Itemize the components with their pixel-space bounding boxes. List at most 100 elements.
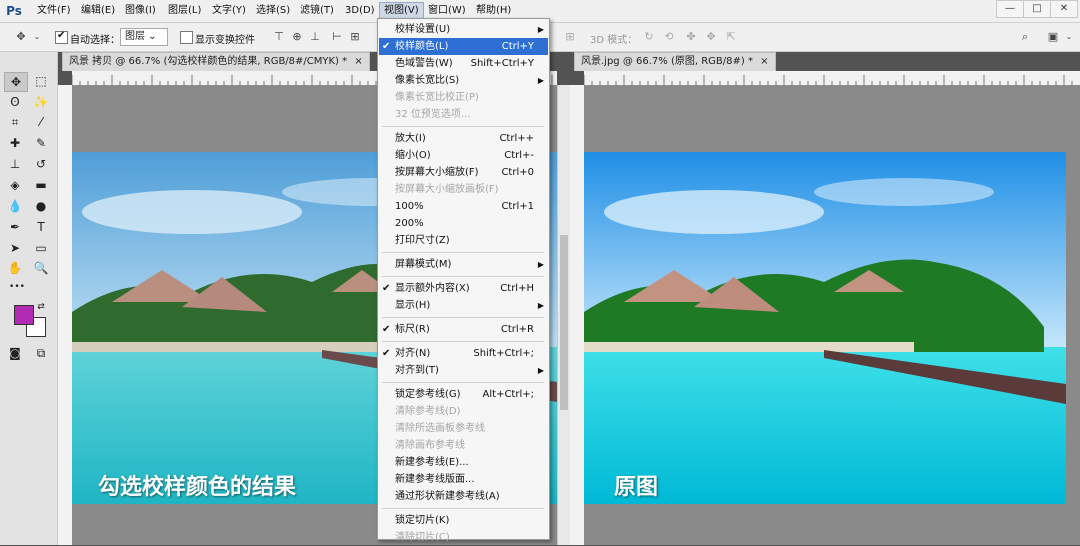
- left-scroll-thumb[interactable]: [560, 235, 568, 410]
- align-left-icon[interactable]: ⊢: [330, 30, 344, 44]
- view-menu-item[interactable]: 对齐到(T) ▶: [379, 362, 548, 379]
- workspace-dropdown-icon[interactable]: ⌄: [1062, 30, 1076, 44]
- view-menu-item[interactable]: 100% Ctrl+1: [379, 198, 548, 215]
- view-menu-item[interactable]: 放大(I) Ctrl++: [379, 130, 548, 147]
- menu-window[interactable]: 窗口(W): [428, 3, 466, 19]
- left-vertical-scrollbar[interactable]: [557, 85, 570, 545]
- view-menu-item[interactable]: 锁定参考线(G) Alt+Ctrl+;: [379, 386, 548, 403]
- swap-colors-icon[interactable]: ⇄: [34, 298, 48, 316]
- menu-image[interactable]: 图像(I): [125, 3, 156, 19]
- view-menu-item[interactable]: ✔ 标尺(R) Ctrl+R: [379, 321, 548, 338]
- vertical-ruler[interactable]: [58, 85, 73, 545]
- hand-icon[interactable]: ✋: [4, 259, 26, 277]
- menu-edit[interactable]: 编辑(E): [81, 3, 115, 19]
- close-tab-icon[interactable]: ×: [354, 56, 362, 67]
- close-tab-icon[interactable]: ×: [760, 56, 768, 67]
- eyedropper-icon[interactable]: ⁄: [30, 113, 52, 131]
- menu-layer[interactable]: 图层(L): [168, 3, 201, 19]
- type-icon[interactable]: T: [30, 218, 52, 236]
- more-tools-icon[interactable]: •••: [6, 278, 28, 296]
- view-menu-item[interactable]: 屏幕模式(M) ▶: [379, 256, 548, 273]
- view-menu-item[interactable]: 新建参考线(E)...: [379, 454, 548, 471]
- brush-icon[interactable]: ✎: [30, 134, 52, 152]
- view-menu-item[interactable]: 新建参考线版面...: [379, 471, 548, 488]
- menu-3d[interactable]: 3D(D): [345, 3, 375, 19]
- dodge-icon[interactable]: ●: [30, 197, 52, 215]
- 3d-scale-icon[interactable]: ⇱: [724, 30, 738, 44]
- view-menu-item[interactable]: 打印尺寸(Z): [379, 232, 548, 249]
- view-menu-item[interactable]: ✔ 校样颜色(L) Ctrl+Y: [379, 38, 548, 55]
- menu-separator: [382, 252, 544, 253]
- view-menu-item[interactable]: 200%: [379, 215, 548, 232]
- view-menu-item[interactable]: 像素长宽比(S) ▶: [379, 72, 548, 89]
- view-menu-item[interactable]: 按屏幕大小缩放(F) Ctrl+0: [379, 164, 548, 181]
- view-menu-item: 清除所选画板参考线: [379, 420, 548, 437]
- view-menu-item[interactable]: ✔ 显示额外内容(X) Ctrl+H: [379, 280, 548, 297]
- eraser-icon[interactable]: ◈: [4, 176, 26, 194]
- healing-icon[interactable]: ✚: [4, 134, 26, 152]
- 3d-slide-icon[interactable]: ✥: [704, 30, 718, 44]
- preset-dropdown-icon[interactable]: ⌄: [30, 30, 44, 44]
- quick-mask-icon[interactable]: ◙: [4, 344, 26, 362]
- search-icon[interactable]: ⌕: [1018, 30, 1032, 44]
- maximize-button[interactable]: □: [1023, 0, 1051, 18]
- menu-item-label: 对齐(N): [395, 348, 431, 359]
- pen-icon[interactable]: ✒: [4, 218, 26, 236]
- horizontal-ruler[interactable]: [584, 71, 1080, 86]
- distribute-icon[interactable]: ⊞: [563, 30, 577, 44]
- view-menu-item[interactable]: 通过形状新建参考线(A): [379, 488, 548, 505]
- menu-select[interactable]: 选择(S): [256, 3, 290, 19]
- foreground-color-swatch[interactable]: [14, 305, 34, 325]
- right-document-tab[interactable]: 风景.jpg @ 66.7% (原图, RGB/8#) * ×: [574, 52, 776, 71]
- menu-item-label: 200%: [395, 218, 424, 229]
- vertical-ruler[interactable]: [570, 85, 585, 545]
- 3d-drag-icon[interactable]: ✤: [684, 30, 698, 44]
- menu-separator: [382, 341, 544, 342]
- left-document-tab[interactable]: 风景 拷贝 @ 66.7% (勾选校样颜色的结果, RGB/8#/CMYK) *…: [62, 52, 370, 71]
- crop-icon[interactable]: ⌗: [4, 113, 26, 131]
- move-icon[interactable]: ✥: [4, 72, 28, 92]
- menu-item-label: 放大(I): [395, 133, 426, 144]
- lasso-icon[interactable]: ʘ: [4, 93, 26, 111]
- menu-item-label: 32 位预览选项...: [395, 109, 471, 120]
- gradient-icon[interactable]: ▬: [30, 176, 52, 194]
- auto-select-checkbox[interactable]: [55, 30, 68, 44]
- menu-item-label: 按屏幕大小缩放画板(F): [395, 184, 499, 195]
- workspace-icon[interactable]: ▣: [1046, 30, 1060, 44]
- move-tool-preset-icon[interactable]: ✥: [14, 30, 28, 44]
- blur-icon[interactable]: 💧: [4, 197, 26, 215]
- right-canvas[interactable]: 原图: [584, 85, 1080, 545]
- view-menu-item[interactable]: 锁定切片(K): [379, 512, 548, 529]
- align-hcenter-icon[interactable]: ⊞: [348, 30, 362, 44]
- menu-item-label: 显示额外内容(X): [395, 283, 470, 294]
- align-top-icon[interactable]: ⊤: [272, 30, 286, 44]
- menu-filter[interactable]: 滤镜(T): [300, 3, 334, 19]
- align-bottom-icon[interactable]: ⊥: [308, 30, 322, 44]
- stamp-icon[interactable]: ⊥: [4, 155, 26, 173]
- view-menu-item[interactable]: 校样设置(U) ▶: [379, 21, 548, 38]
- shape-icon[interactable]: ▭: [30, 239, 52, 257]
- show-transform-checkbox[interactable]: [180, 31, 193, 44]
- view-menu-item[interactable]: ✔ 对齐(N) Shift+Ctrl+;: [379, 345, 548, 362]
- marquee-icon[interactable]: ⬚: [30, 72, 52, 90]
- menu-file[interactable]: 文件(F): [37, 3, 71, 19]
- 3d-orbit-icon[interactable]: ↻: [642, 30, 656, 44]
- 3d-roll-icon[interactable]: ⟲: [662, 30, 676, 44]
- view-menu-item[interactable]: 色域警告(W) Shift+Ctrl+Y: [379, 55, 548, 72]
- auto-select-dropdown[interactable]: 图层 ⌄: [120, 28, 168, 46]
- menu-separator: [382, 276, 544, 277]
- zoom-icon[interactable]: 🔍: [30, 259, 52, 277]
- right-document-title: 风景.jpg @ 66.7% (原图, RGB/8#) *: [581, 56, 753, 67]
- minimize-button[interactable]: —: [996, 0, 1024, 18]
- mode-3d-label: 3D 模式：: [590, 35, 638, 46]
- path-select-icon[interactable]: ➤: [4, 239, 26, 257]
- history-brush-icon[interactable]: ↺: [30, 155, 52, 173]
- menu-help[interactable]: 帮助(H): [476, 3, 511, 19]
- align-vcenter-icon[interactable]: ⊕: [290, 30, 304, 44]
- view-menu-item[interactable]: 缩小(O) Ctrl+-: [379, 147, 548, 164]
- view-menu-item[interactable]: 显示(H) ▶: [379, 297, 548, 314]
- close-window-button[interactable]: ✕: [1050, 0, 1078, 18]
- menu-type[interactable]: 文字(Y): [212, 3, 246, 19]
- screen-mode-icon[interactable]: ⧉: [30, 344, 52, 362]
- magic-wand-icon[interactable]: ✨: [30, 93, 52, 111]
